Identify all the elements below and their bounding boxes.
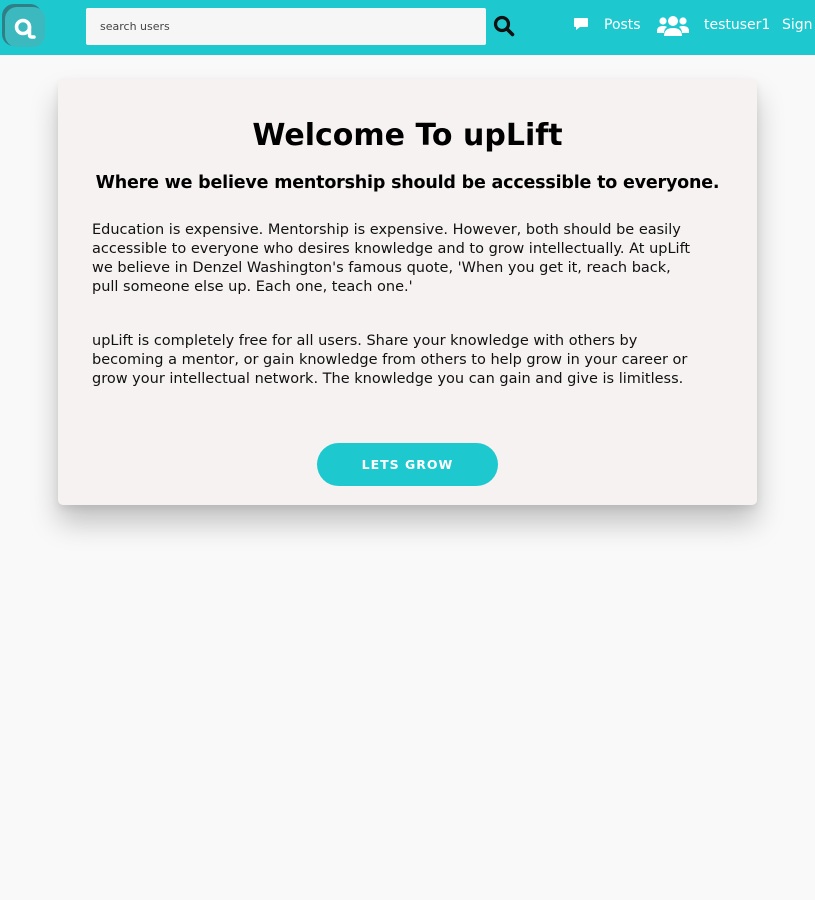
page-subtitle: Where we believe mentorship should be ac… — [95, 173, 720, 193]
free-paragraph: upLift is completely free for all users.… — [92, 333, 688, 387]
uplift-logo-icon[interactable] — [2, 4, 46, 48]
nav-sign-link[interactable]: Sign — [782, 16, 813, 34]
nav-user-link[interactable]: testuser1 — [704, 16, 770, 34]
lets-grow-button[interactable]: LETS GROW — [317, 443, 498, 486]
users-icon[interactable] — [657, 14, 689, 38]
search-icon[interactable] — [492, 13, 516, 39]
nav-posts-link[interactable]: Posts — [604, 16, 641, 34]
intro-paragraph: Education is expensive. Mentorship is ex… — [92, 222, 691, 295]
page-title: Welcome To upLift — [252, 118, 563, 153]
comment-icon[interactable] — [573, 16, 589, 32]
search-input[interactable] — [86, 8, 486, 45]
navbar: Posts testuser1 Sign — [0, 0, 815, 55]
